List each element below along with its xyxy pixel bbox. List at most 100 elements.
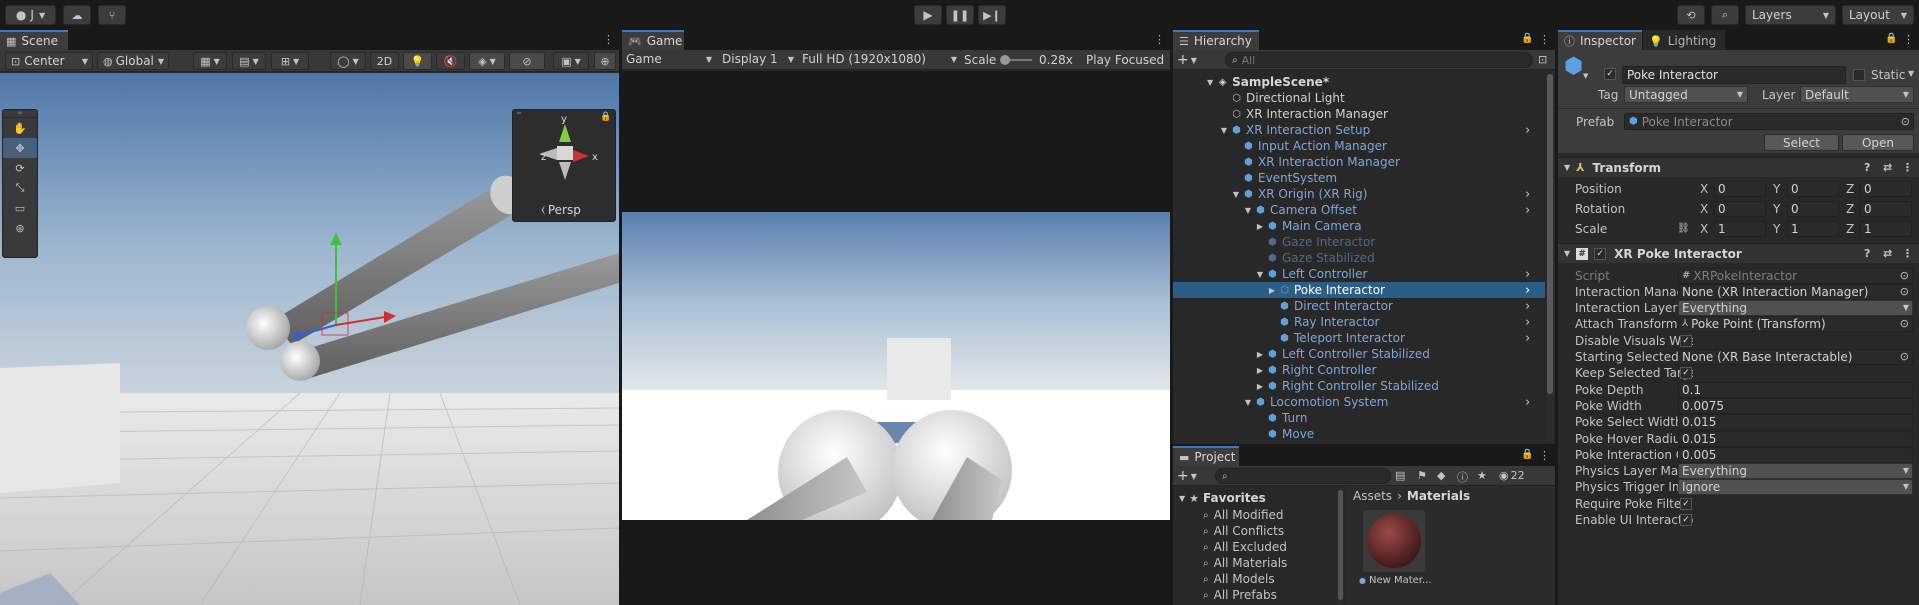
- component-enabled-checkbox[interactable]: ✓: [1594, 247, 1607, 260]
- lock-icon[interactable]: 🔒: [1521, 449, 1533, 460]
- hierarchy-item[interactable]: ⬢ Gaze Interactor: [1173, 234, 1545, 250]
- property-dropdown[interactable]: Everything ▼: [1678, 300, 1913, 317]
- game-mode-dropdown[interactable]: Game ▼: [626, 52, 712, 66]
- move-tool-icon[interactable]: ✥: [3, 138, 37, 158]
- grid-visibility-button[interactable]: ⊞ ▼: [271, 52, 309, 70]
- favorite-item[interactable]: ⌕ All Modified: [1203, 507, 1284, 523]
- active-checkbox[interactable]: ✓: [1604, 68, 1616, 80]
- hierarchy-item[interactable]: ▼ ⬢ XR Interaction Setup ›: [1173, 122, 1545, 138]
- tab-scene[interactable]: ▦ Scene: [0, 30, 68, 50]
- property-checkbox[interactable]: ✓: [1680, 367, 1692, 380]
- breadcrumb-assets[interactable]: Assets: [1353, 489, 1392, 503]
- collapse-arrow-icon[interactable]: ▶: [1255, 222, 1265, 231]
- collapse-arrow-icon[interactable]: ▶: [1255, 350, 1265, 359]
- lock-icon[interactable]: 🔒: [1885, 33, 1897, 44]
- collapse-arrow-icon[interactable]: ▶: [1255, 382, 1265, 391]
- lighting-toggle-button[interactable]: 💡: [403, 52, 432, 70]
- favorite-item[interactable]: ⌕ All Excluded: [1203, 539, 1287, 555]
- project-search[interactable]: ⌕: [1215, 468, 1391, 484]
- play-button[interactable]: ▶: [914, 5, 942, 25]
- object-picker-icon[interactable]: ⊙: [1900, 269, 1909, 283]
- object-picker-icon[interactable]: ⊙: [1901, 115, 1910, 128]
- expand-arrow-icon[interactable]: ▼: [1219, 126, 1229, 135]
- open-prefab-chevron-icon[interactable]: ›: [1525, 331, 1530, 346]
- hierarchy-item[interactable]: ▶ ⬢ Left Controller Stabilized: [1173, 346, 1545, 362]
- favorite-item[interactable]: ⌕ All Materials: [1203, 555, 1287, 571]
- hierarchy-item[interactable]: ▶ ⬡ Poke Interactor ›: [1173, 282, 1545, 298]
- scale-y-field[interactable]: 1: [1787, 220, 1839, 237]
- space-mode-dropdown[interactable]: ◍ Global ▼: [97, 52, 169, 70]
- xr-poke-interactor-header[interactable]: ▼ # ✓ XR Poke Interactor ? ⇄ ⋮: [1558, 243, 1919, 263]
- open-prefab-chevron-icon[interactable]: ›: [1525, 395, 1530, 410]
- lock-icon[interactable]: 🔒: [1521, 33, 1533, 44]
- scene-viewport[interactable]: ═ ✋ ✥ ⟳ ⤡ ▭ ⊛ ═ 🔒 y x z ⧼ Persp: [0, 73, 619, 605]
- chevron-down-icon[interactable]: ▼: [1903, 301, 1909, 315]
- help-icon[interactable]: ?: [1864, 161, 1870, 174]
- hierarchy-item[interactable]: ⬢ EventSystem: [1173, 170, 1545, 186]
- panel-menu-icon[interactable]: ⋮: [1539, 449, 1550, 462]
- breadcrumb-materials[interactable]: Materials: [1407, 489, 1470, 503]
- position-y-field[interactable]: 0: [1787, 180, 1839, 197]
- tab-inspector[interactable]: ⓘ Inspector: [1558, 30, 1642, 50]
- property-dropdown[interactable]: Ignore ▼: [1678, 479, 1913, 496]
- grid-snap-button[interactable]: ▦ ▼: [193, 52, 227, 70]
- property-number-field[interactable]: 0.005: [1678, 446, 1913, 463]
- scale-tool-icon[interactable]: ⤡: [3, 178, 37, 198]
- camera-settings-button[interactable]: ▣ ▼: [553, 52, 589, 70]
- label-filter-icon[interactable]: ◆: [1437, 469, 1445, 482]
- layer-dropdown[interactable]: Default ▼: [1800, 86, 1914, 103]
- help-icon[interactable]: ?: [1864, 247, 1870, 260]
- play-focused-toggle[interactable]: Play Focused: [1086, 53, 1164, 67]
- open-prefab-chevron-icon[interactable]: ›: [1525, 299, 1530, 314]
- open-prefab-chevron-icon[interactable]: ›: [1525, 123, 1530, 138]
- undo-history-button[interactable]: ⟲: [1677, 5, 1705, 25]
- hierarchy-item[interactable]: ⬢ Move: [1173, 426, 1545, 442]
- hierarchy-item[interactable]: ⬢ Gaze Stabilized: [1173, 250, 1545, 266]
- property-number-field[interactable]: 0.015: [1678, 414, 1913, 431]
- property-checkbox[interactable]: ✓: [1680, 514, 1692, 526]
- object-picker-icon[interactable]: ⊙: [1900, 350, 1909, 364]
- create-button[interactable]: + ▼: [1177, 52, 1197, 68]
- presets-icon[interactable]: ⇄: [1883, 247, 1892, 260]
- prefab-asset-field[interactable]: ⬢ Poke Interactor ⊙: [1624, 113, 1914, 130]
- hidden-objects-button[interactable]: ⊘: [509, 52, 545, 70]
- increment-snap-button[interactable]: ▤ ▼: [232, 52, 266, 70]
- axis-gizmo[interactable]: [513, 118, 617, 188]
- scene-menu-icon[interactable]: ⋮: [1541, 76, 1545, 89]
- draw-mode-button[interactable]: ◯ ▼: [330, 52, 366, 70]
- chevron-down-icon[interactable]: ▼: [1903, 464, 1909, 478]
- folder-tree-scrollbar[interactable]: [1337, 488, 1344, 605]
- tab-project[interactable]: ▬ Project: [1173, 446, 1239, 466]
- scale-z-field[interactable]: 1: [1860, 220, 1912, 237]
- pause-button[interactable]: ❚❚: [946, 5, 974, 25]
- property-object-field[interactable]: # XRPokeInteractor ⊙: [1678, 267, 1913, 284]
- property-object-field[interactable]: None (XR Interaction Manager) ⊙: [1678, 283, 1913, 300]
- expand-arrow-icon[interactable]: ▼: [1255, 270, 1265, 279]
- material-asset-thumbnail[interactable]: [1363, 510, 1425, 572]
- search-button[interactable]: ⌕: [1711, 5, 1739, 25]
- hierarchy-item[interactable]: ▼ ⬢ XR Origin (XR Rig) ›: [1173, 186, 1545, 202]
- folder-tree-scroll-thumb[interactable]: [1338, 490, 1343, 600]
- hierarchy-item[interactable]: ⬡ Directional Light: [1173, 90, 1545, 106]
- cloud-button[interactable]: ☁: [63, 5, 91, 25]
- scene-root[interactable]: ▼ ◈ SampleScene* ⋮: [1207, 74, 1545, 90]
- tag-dropdown[interactable]: Untagged ▼: [1624, 86, 1748, 103]
- chevron-down-icon[interactable]: ▼: [1903, 480, 1909, 494]
- static-checkbox[interactable]: [1853, 69, 1865, 81]
- property-number-field[interactable]: 0.015: [1678, 430, 1913, 447]
- property-dropdown[interactable]: Everything ▼: [1678, 463, 1913, 480]
- position-z-field[interactable]: 0: [1860, 180, 1912, 197]
- account-dropdown[interactable]: ● J ▼: [5, 5, 56, 25]
- version-control-button[interactable]: ⑂: [98, 5, 126, 25]
- chevron-down-icon[interactable]: ▼: [1908, 69, 1914, 78]
- orientation-gizmo[interactable]: ═ 🔒 y x z ⧼ Persp: [512, 109, 616, 222]
- layout-dropdown[interactable]: Layout ▼: [1842, 5, 1914, 25]
- gizmos-button[interactable]: ⊕: [594, 52, 616, 70]
- object-picker-icon[interactable]: ⊙: [1900, 285, 1909, 299]
- tab-lighting[interactable]: 💡 Lighting: [1643, 30, 1725, 50]
- favorite-item[interactable]: ⌕ All Prefabs: [1203, 587, 1277, 603]
- tab-hierarchy[interactable]: ☰ Hierarchy: [1173, 30, 1259, 50]
- audio-toggle-button[interactable]: 🔇: [436, 52, 465, 70]
- open-prefab-chevron-icon[interactable]: ›: [1525, 315, 1530, 330]
- expand-arrow-icon[interactable]: ▼: [1243, 206, 1253, 215]
